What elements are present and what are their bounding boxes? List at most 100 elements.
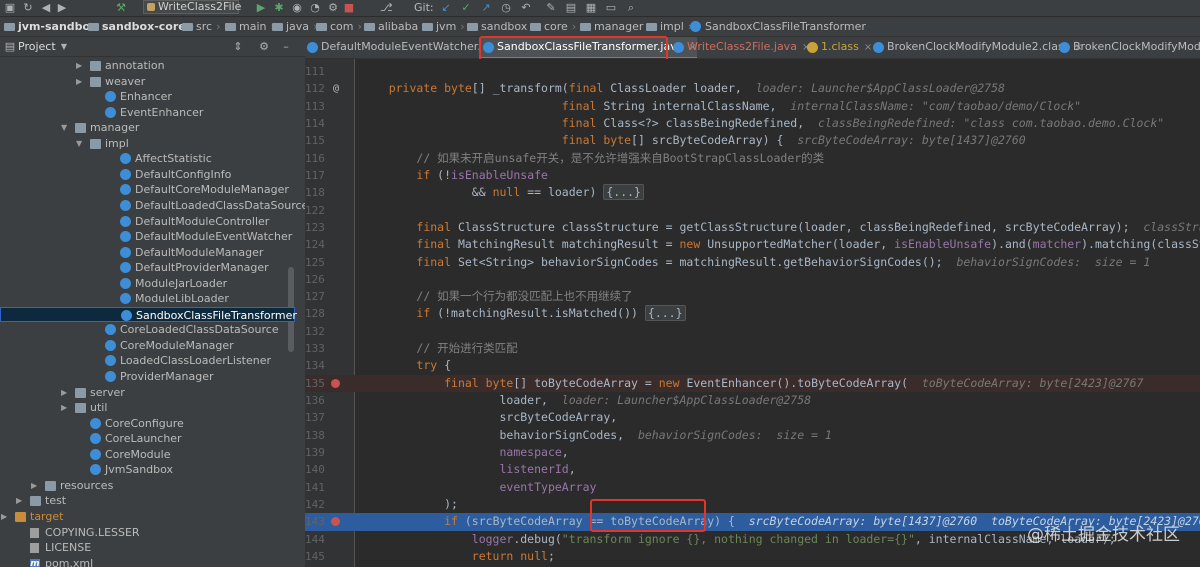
tree-item[interactable]: ▼ manager	[0, 120, 295, 136]
code-line[interactable]: 126	[305, 271, 1200, 288]
tree-item[interactable]: DefaultConfigInfo	[0, 167, 295, 183]
editor-tab[interactable]: BrokenClockModifyModule.cl	[1057, 37, 1200, 58]
code-line[interactable]: 118 && null == loader) {...}	[305, 184, 1200, 201]
code-line[interactable]: 112 @ private byte[] _transform(final Cla…	[305, 80, 1200, 97]
code-line[interactable]: 116 // 如果未开启unsafe开关，是不允许增强来自BootStrapCl…	[305, 150, 1200, 167]
git-commit-icon[interactable]: ✓	[460, 2, 472, 14]
sync-icon[interactable]: ↻	[22, 2, 34, 14]
breadcrumb-item[interactable]: jvm ›	[422, 20, 465, 34]
code-line[interactable]: 136 loader, loader: Launcher$AppClassLoa…	[305, 392, 1200, 409]
code-line[interactable]: 125 final Set<String> behaviorSignCodes …	[305, 254, 1200, 271]
editor-tab[interactable]: WriteClass2File.java×	[671, 37, 810, 58]
hide-icon[interactable]: –	[280, 41, 292, 53]
stop-icon[interactable]: ■	[343, 2, 355, 14]
tree-item[interactable]: ▶ annotation	[0, 58, 295, 74]
coverage-icon[interactable]: ◉	[291, 2, 303, 14]
debug-icon[interactable]: ✱	[273, 2, 285, 14]
breadcrumb-item[interactable]: SandboxClassFileTransformer	[690, 20, 866, 34]
collapsed-arrow-icon[interactable]: ▶	[61, 400, 69, 415]
code-line[interactable]: 123 final ClassStructure classStructure …	[305, 219, 1200, 236]
breadcrumb-item[interactable]: com ›	[316, 20, 362, 34]
code-line[interactable]: 139 namespace,	[305, 444, 1200, 461]
tree-item[interactable]: AffectStatistic	[0, 151, 295, 167]
git-update-icon[interactable]: ↙	[440, 2, 452, 14]
code-line[interactable]: 134 try {	[305, 357, 1200, 374]
code-line[interactable]: 114 final Class<?> classBeingRedefined, …	[305, 115, 1200, 132]
gear-icon[interactable]: ⚙	[258, 41, 270, 53]
expanded-arrow-icon[interactable]: ▼	[61, 120, 69, 135]
tree-item[interactable]: ▶ util	[0, 400, 295, 416]
tree-item[interactable]: DefaultProviderManager	[0, 260, 295, 276]
breakpoint-icon[interactable]	[331, 517, 340, 527]
structure-icon[interactable]: ▤	[565, 2, 577, 14]
editor-tab[interactable]: 1.class ×	[805, 37, 872, 58]
tree-item[interactable]: COPYING.LESSER	[0, 525, 295, 541]
layout-icon[interactable]: ▦	[585, 2, 597, 14]
tree-item[interactable]: m pom.xml	[0, 556, 295, 567]
tree-item[interactable]: Enhancer	[0, 89, 295, 105]
git-push-icon[interactable]: ↗	[480, 2, 492, 14]
tree-item[interactable]: ▼ impl	[0, 136, 295, 152]
code-editor[interactable]: 111 112 @ private byte[] _transform(final …	[305, 59, 1200, 567]
git-rollback-icon[interactable]: ↶	[520, 2, 532, 14]
annotation-marker-icon[interactable]: @	[331, 80, 341, 97]
tree-item[interactable]: CoreModule	[0, 447, 295, 463]
breadcrumb-item[interactable]: core ›	[530, 20, 576, 34]
breadcrumb-item[interactable]: main›	[225, 20, 275, 34]
build-icon[interactable]: ⚒	[115, 2, 127, 14]
code-line[interactable]: 111	[305, 63, 1200, 80]
chevron-down-icon[interactable]: ▼	[58, 41, 70, 53]
tree-item[interactable]: ▶ test	[0, 493, 295, 509]
tree-item[interactable]: ProviderManager	[0, 369, 295, 385]
collapse-all-icon[interactable]: ⇕	[232, 41, 244, 53]
code-line[interactable]: 124 final MatchingResult matchingResult …	[305, 236, 1200, 253]
git-history-icon[interactable]: ◷	[500, 2, 512, 14]
collapsed-arrow-icon[interactable]: ▶	[31, 478, 39, 493]
search-icon[interactable]: ⌕	[625, 2, 637, 14]
editor-tab[interactable]: BrokenClockModifyModule2.class ×	[871, 37, 1083, 58]
vcs-icon[interactable]: ⎇	[380, 2, 393, 14]
tree-item[interactable]: ▶ resources	[0, 478, 295, 494]
tree-item[interactable]: CoreLoadedClassDataSource	[0, 322, 295, 338]
tree-item[interactable]: DefaultModuleManager	[0, 245, 295, 261]
terminal-icon[interactable]: ▭	[605, 2, 617, 14]
editor-tab[interactable]: SandboxClassFileTransformer.java ×	[481, 37, 697, 58]
tree-item[interactable]: EventEnhancer	[0, 105, 295, 121]
tree-item[interactable]: CoreLauncher	[0, 431, 295, 447]
tree-item[interactable]: CoreConfigure	[0, 416, 295, 432]
breadcrumb-item[interactable]: manager›	[580, 20, 652, 34]
code-line[interactable]: 140 listenerId,	[305, 461, 1200, 478]
tree-item[interactable]: ▶ target	[0, 509, 295, 525]
run-configuration-select[interactable]: WriteClass2File	[143, 0, 241, 14]
code-line[interactable]: 115 final byte[] srcByteCodeArray) { src…	[305, 132, 1200, 149]
code-line[interactable]: 135 final byte[] toByteCodeArray = new E…	[305, 374, 1200, 393]
code-line[interactable]: 141 eventTypeArray	[305, 479, 1200, 496]
breadcrumb-item[interactable]: alibaba›	[364, 20, 427, 34]
code-line[interactable]: 133 // 开始进行类匹配	[305, 340, 1200, 357]
attach-icon[interactable]: ⚙	[327, 2, 339, 14]
code-line[interactable]: 113 final String internalClassName, inte…	[305, 98, 1200, 115]
tree-item[interactable]: ModuleJarLoader	[0, 276, 295, 292]
back-icon[interactable]: ◀	[40, 2, 52, 14]
breakpoint-icon[interactable]	[331, 378, 340, 388]
code-line[interactable]: 127 // 如果一个行为都没匹配上也不用继续了	[305, 288, 1200, 305]
tree-item[interactable]: LICENSE	[0, 540, 295, 556]
collapsed-arrow-icon[interactable]: ▶	[76, 58, 84, 73]
tree-item[interactable]: DefaultLoadedClassDataSource	[0, 198, 305, 214]
code-line[interactable]: 137 srcByteCodeArray,	[305, 409, 1200, 426]
expanded-arrow-icon[interactable]: ▼	[76, 136, 84, 151]
collapsed-arrow-icon[interactable]: ▶	[61, 385, 69, 400]
run-icon[interactable]: ▶	[255, 2, 267, 14]
code-line[interactable]: 145 return null;	[305, 548, 1200, 565]
code-line[interactable]: 128 if (!matchingResult.isMatched()) {..…	[305, 305, 1200, 322]
breadcrumb-item[interactable]: sandbox›	[467, 20, 536, 34]
code-line[interactable]: 122	[305, 202, 1200, 219]
collapsed-arrow-icon[interactable]: ▶	[1, 509, 9, 524]
profile-icon[interactable]: ◔	[309, 2, 321, 14]
code-line[interactable]: 138 behaviorSignCodes, behaviorSignCodes…	[305, 427, 1200, 444]
tree-item[interactable]: ▶ server	[0, 385, 295, 401]
code-line[interactable]: 117 if (!isEnableUnsafe	[305, 167, 1200, 184]
tree-item[interactable]: JvmSandbox	[0, 462, 295, 478]
tree-item-selected[interactable]: SandboxClassFileTransformer	[0, 306, 297, 323]
breadcrumb-item[interactable]: impl›	[646, 20, 692, 34]
